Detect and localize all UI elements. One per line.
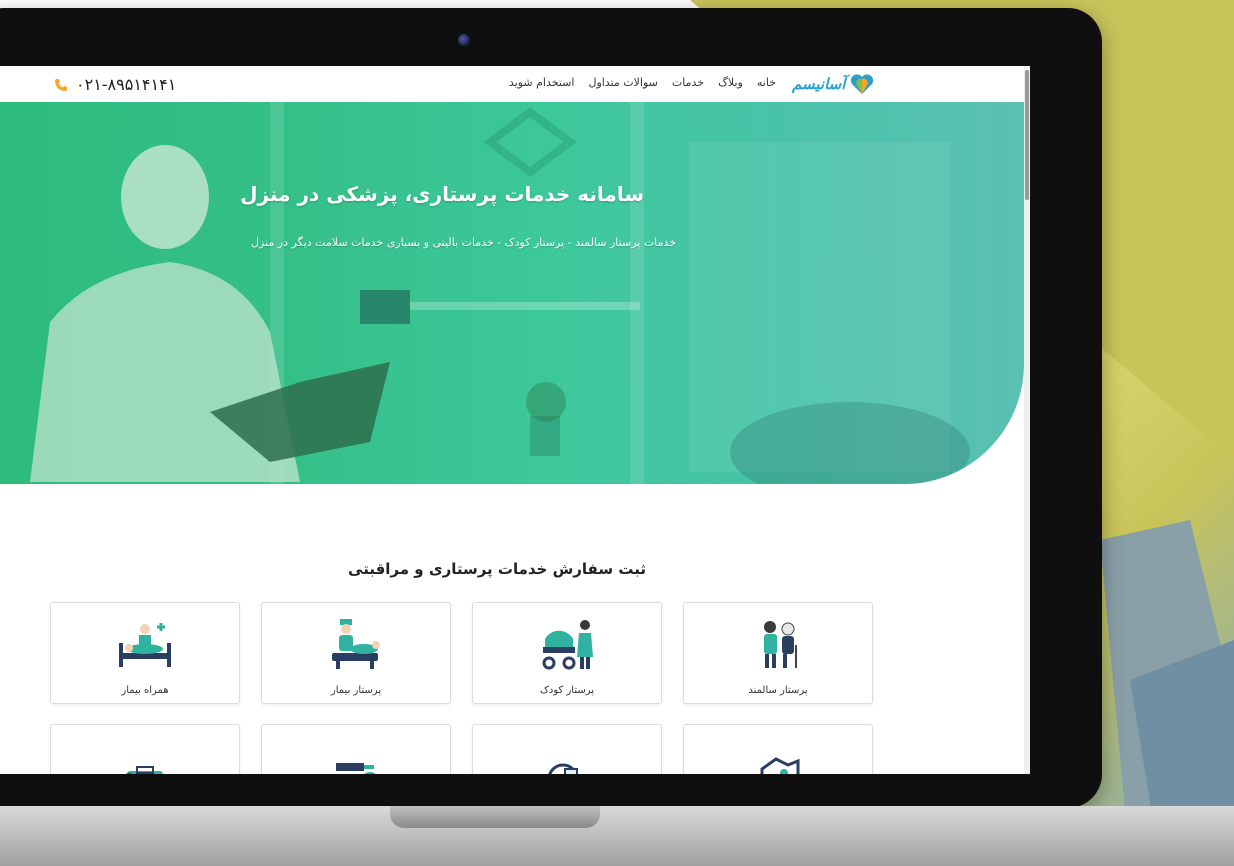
service-card-label: پرستار بیمار: [330, 685, 382, 696]
nav-home[interactable]: خانه: [757, 76, 776, 89]
service-card-6[interactable]: [472, 724, 662, 774]
elderly-caregiver-icon: [764, 621, 797, 668]
handshake-icon: [760, 757, 800, 774]
scrollbar-track[interactable]: [1024, 66, 1030, 774]
logo[interactable]: آسانیسم: [792, 72, 875, 96]
service-card-companion[interactable]: همراه بیمار: [50, 602, 240, 704]
nurse-patient-icon: [332, 619, 380, 669]
service-card-7[interactable]: [261, 724, 451, 774]
nav-jobs[interactable]: استخدام شوید: [509, 76, 575, 89]
service-card-child[interactable]: پرستار کودک: [472, 602, 662, 704]
hero-title: سامانه خدمات پرستاری، پزشکی در منزل: [240, 182, 644, 206]
hero-subtitle: خدمات پرستار سالمند - پرستار کودک - خدما…: [250, 236, 676, 249]
hospital-bed-icon: [119, 623, 171, 667]
nav-services[interactable]: خدمات: [672, 76, 704, 89]
service-card-8[interactable]: [50, 724, 240, 774]
scrollbar-thumb[interactable]: [1025, 70, 1029, 200]
injection-icon: [336, 763, 376, 774]
service-card-patient[interactable]: پرستار بیمار: [261, 602, 451, 704]
laptop-frame: آسانیسم خانه وبلاگ خدمات سوالات متداول ا…: [0, 8, 1102, 808]
phone-contact[interactable]: ۰۲۱-۸۹۵۱۴۱۴۱: [54, 75, 176, 94]
heart-logo-icon: [851, 74, 874, 94]
service-card-elderly[interactable]: پرستار سالمند: [683, 602, 873, 704]
nav-menu: خانه وبلاگ خدمات سوالات متداول استخدام ش…: [509, 76, 776, 89]
medical-kit-icon: [125, 766, 163, 774]
navbar: آسانیسم خانه وبلاگ خدمات سوالات متداول ا…: [0, 66, 1024, 104]
service-card-label: پرستار کودک: [539, 685, 595, 696]
nav-blog[interactable]: وبلاگ: [718, 76, 743, 89]
baby-stroller-icon: [542, 620, 593, 670]
phone-number: ۰۲۱-۸۹۵۱۴۱۴۱: [76, 75, 177, 94]
logo-text: آسانیسم: [792, 75, 846, 93]
hero-scene: [0, 102, 1024, 484]
medical-device-icon: [548, 763, 578, 774]
phone-icon: [55, 78, 67, 91]
service-card-label: همراه بیمار: [121, 685, 169, 696]
hero-banner: سامانه خدمات پرستاری، پزشکی در منزل خدما…: [0, 102, 1024, 484]
camera-icon: [458, 34, 470, 46]
nav-faq[interactable]: سوالات متداول: [588, 76, 657, 89]
laptop-base: [0, 806, 1234, 866]
service-card-5[interactable]: [683, 724, 873, 774]
service-card-label: پرستار سالمند: [748, 685, 808, 696]
services-title: ثبت سفارش خدمات پرستاری و مراقبتی: [348, 560, 646, 578]
laptop-notch: [390, 806, 600, 828]
browser-screen: آسانیسم خانه وبلاگ خدمات سوالات متداول ا…: [0, 66, 1030, 774]
